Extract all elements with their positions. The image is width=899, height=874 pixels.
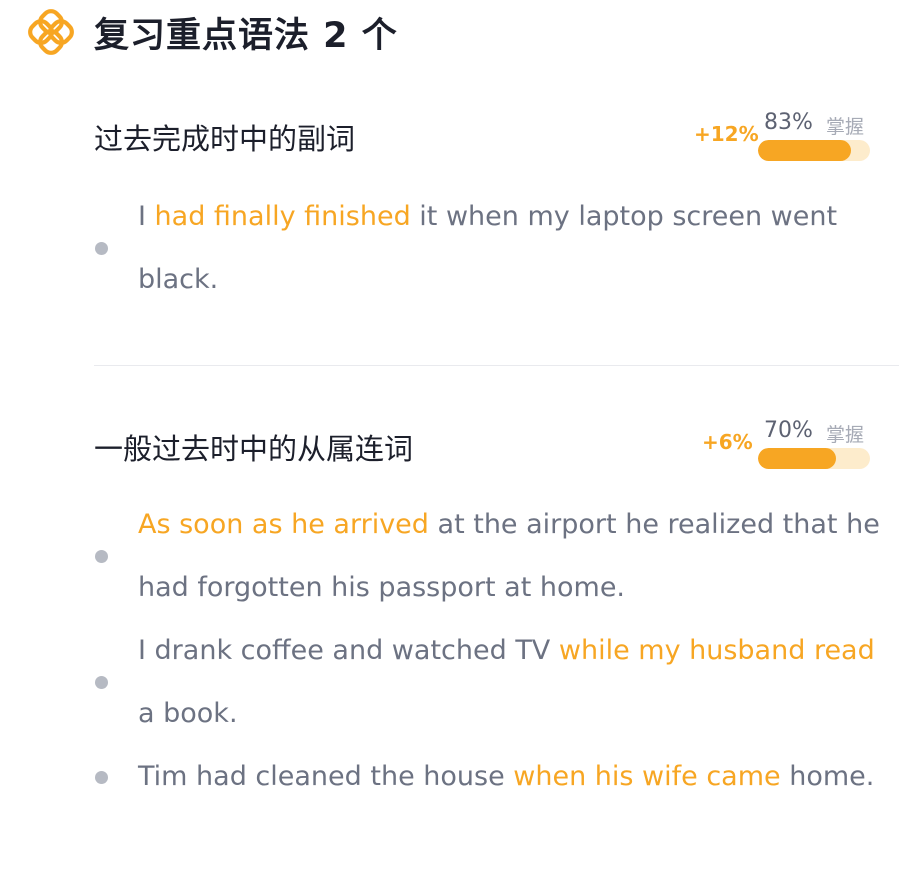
mastery-percent: 83% — [764, 110, 813, 135]
mastery-progress-bar — [758, 448, 870, 469]
bullet-dot — [95, 550, 108, 563]
mastery-delta: +6% — [702, 430, 753, 454]
mastery-progress-fill — [758, 448, 837, 469]
section-title: 一般过去时中的从属连词 — [94, 432, 414, 466]
example-sentence: I drank coffee and watched TV while my h… — [94, 619, 884, 745]
example-sentence: I had finally finished it when my laptop… — [94, 185, 884, 311]
mastery-label: 掌握 — [826, 424, 865, 446]
highlighted-phrase: while my husband read — [558, 635, 875, 666]
bullet-dot — [95, 770, 108, 784]
highlighted-phrase: had finally finished — [154, 201, 411, 232]
mastery-percent: 70% — [764, 418, 813, 443]
mastery-progress-bar — [758, 140, 870, 161]
example-sentence: As soon as he arrived at the airport he … — [94, 493, 884, 619]
mastery-label: 掌握 — [826, 116, 865, 138]
page-title: 复习重点语法 2 个 — [94, 15, 398, 56]
example-sentence: Tim had cleaned the house when his wife … — [94, 745, 884, 808]
mastery-delta: +12% — [694, 122, 759, 146]
bullet-dot — [95, 242, 108, 255]
grammar-section-past-perfect-adverbs: 过去完成时中的副词 +12% 83% 掌握 I had finally fini… — [94, 110, 884, 332]
grammar-review-page: 复习重点语法 2 个 过去完成时中的副词 +12% 83% 掌握 I had f… — [0, 0, 899, 874]
example-list: As soon as he arrived at the airport he … — [94, 493, 884, 808]
grammar-section-past-simple-conjunctions: 一般过去时中的从属连词 +6% 70% 掌握 As soon as he arr… — [94, 418, 884, 874]
highlighted-phrase: As soon as he arrived — [138, 509, 429, 540]
section-divider — [94, 365, 899, 366]
mastery-stat: +6% 70% 掌握 — [694, 418, 874, 476]
highlighted-phrase: when his wife came — [513, 761, 781, 792]
mastery-progress-fill — [758, 140, 851, 161]
header: 复习重点语法 2 个 — [28, 8, 398, 56]
knot-icon — [28, 9, 74, 55]
section-title: 过去完成时中的副词 — [94, 122, 356, 156]
bullet-dot — [95, 676, 108, 689]
mastery-stat: +12% 83% 掌握 — [694, 110, 874, 168]
example-list: I had finally finished it when my laptop… — [94, 185, 884, 311]
